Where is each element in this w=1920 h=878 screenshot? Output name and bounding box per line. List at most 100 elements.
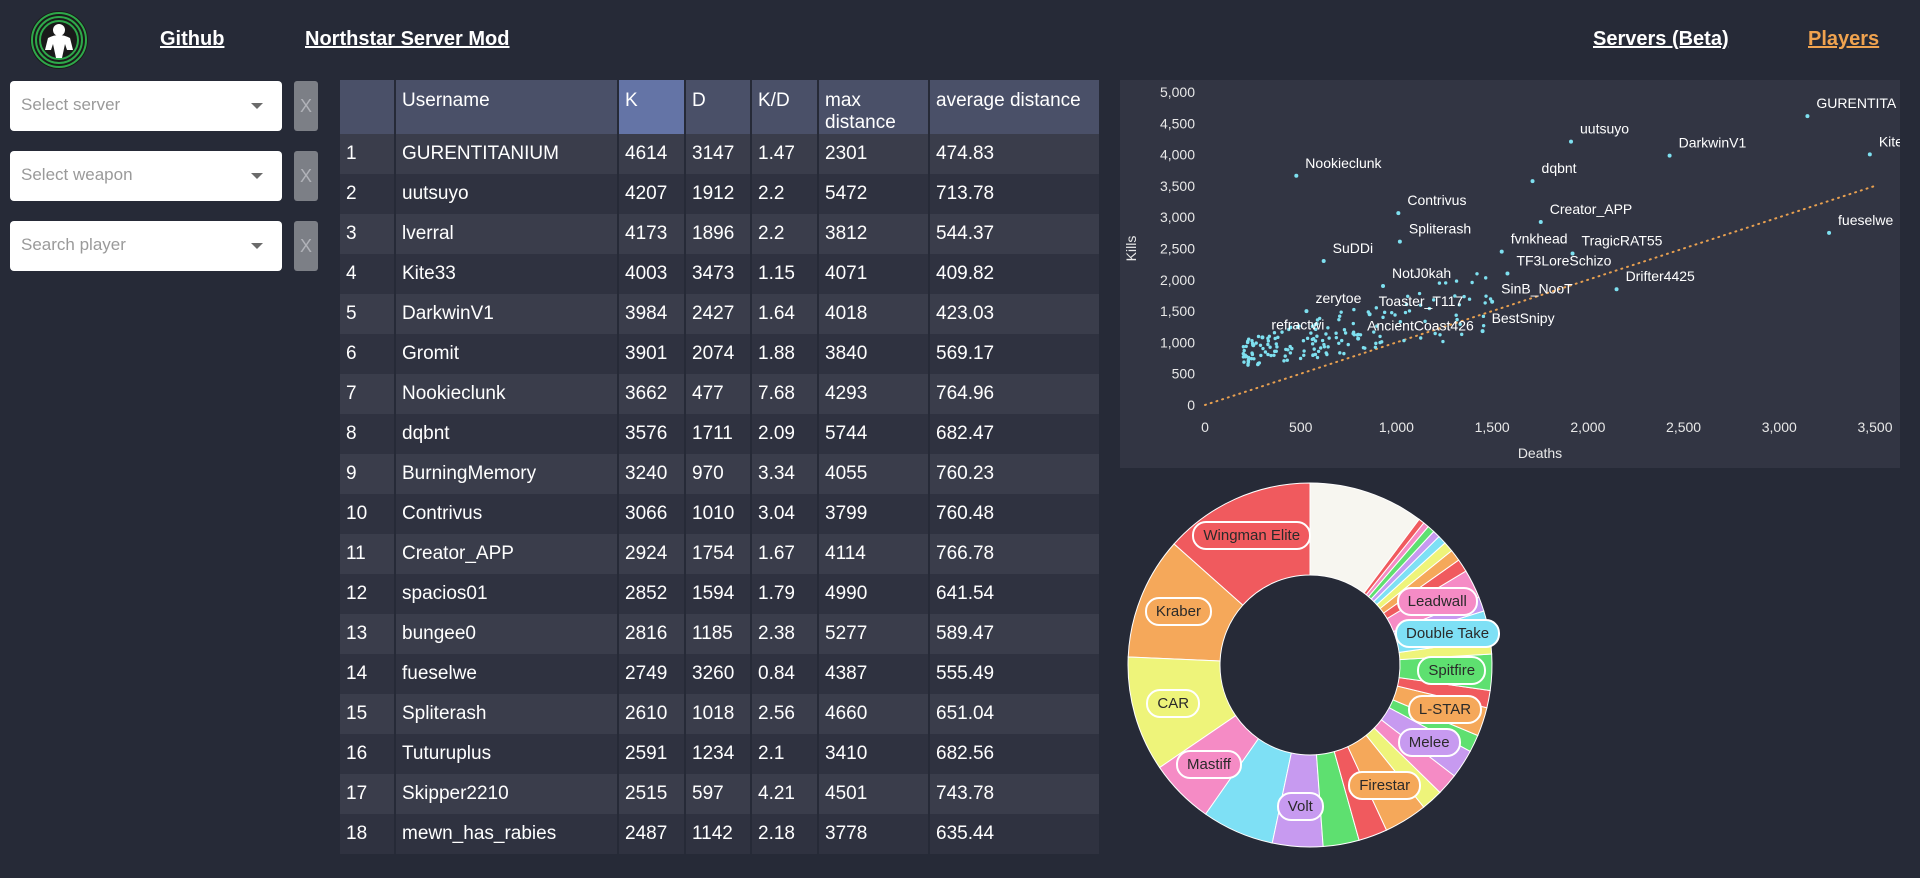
x-tick-label: 1,000	[1379, 419, 1414, 435]
cell-max-distance: 5472	[818, 174, 930, 214]
col-header-kills[interactable]: K	[618, 80, 686, 134]
y-tick-label: 2,000	[1160, 272, 1195, 288]
scatter-point	[1470, 280, 1474, 285]
weapon-label: Volt	[1276, 792, 1324, 822]
scatter-point	[1407, 309, 1412, 313]
cell-average-distance: 682.56	[929, 734, 1101, 774]
table-row[interactable]: 1 GURENTITANIUM 4614 3147 1.47 2301 474.83	[340, 134, 1101, 174]
cell-rank: 18	[340, 814, 396, 854]
cell-deaths: 1018	[685, 694, 752, 734]
table-row[interactable]: 7 Nookieclunk 3662 477 7.68 4293 764.96	[340, 374, 1101, 414]
scatter-point	[1288, 351, 1293, 355]
scatter-point-label: NotJ0kah	[1392, 265, 1451, 281]
cell-deaths: 1711	[685, 414, 752, 454]
cell-rank: 15	[340, 694, 396, 734]
table-row[interactable]: 9 BurningMemory 3240 970 3.34 4055 760.23	[340, 454, 1101, 494]
scatter-point	[1382, 310, 1387, 315]
cell-username[interactable]: uutsuyo	[395, 174, 619, 214]
clear-server-button[interactable]: X	[294, 81, 318, 131]
cell-username[interactable]: GURENTITANIUM	[395, 134, 619, 174]
cell-username[interactable]: spacios01	[395, 574, 619, 614]
chevron-down-icon[interactable]	[251, 243, 263, 249]
cell-average-distance: 423.03	[929, 294, 1101, 334]
cell-username[interactable]: Creator_APP	[395, 534, 619, 574]
weapon-select-placeholder: Select weapon	[21, 165, 133, 184]
cell-kills: 2487	[618, 814, 686, 854]
table-row[interactable]: 15 Spliterash 2610 1018 2.56 4660 651.04	[340, 694, 1101, 734]
northstar-mod-link[interactable]: Northstar Server Mod	[305, 28, 510, 51]
players-link[interactable]: Players	[1808, 28, 1879, 51]
northstar-logo[interactable]	[29, 10, 89, 70]
table-row[interactable]: 11 Creator_APP 2924 1754 1.67 4114 766.78	[340, 534, 1101, 574]
cell-username[interactable]: Nookieclunk	[395, 374, 619, 414]
table-row[interactable]: 5 DarkwinV1 3984 2427 1.64 4018 423.03	[340, 294, 1101, 334]
cell-username[interactable]: bungee0	[395, 614, 619, 654]
cell-kd: 1.79	[751, 574, 819, 614]
cell-max-distance: 5744	[818, 414, 930, 454]
scatter-point-label: dqbnt	[1542, 160, 1577, 176]
col-header-deaths[interactable]: D	[685, 80, 752, 134]
scatter-point-label: Toaster_T117	[1379, 293, 1464, 309]
table-row[interactable]: 10 Contrivus 3066 1010 3.04 3799 760.48	[340, 494, 1101, 534]
cell-username[interactable]: Spliterash	[395, 694, 619, 734]
scatter-point	[1261, 346, 1265, 351]
cell-username[interactable]: lverral	[395, 214, 619, 254]
scatter-point	[1467, 297, 1472, 301]
table-row[interactable]: 17 Skipper2210 2515 597 4.21 4501 743.78	[340, 774, 1101, 814]
servers-beta-link[interactable]: Servers (Beta)	[1593, 28, 1729, 51]
cell-username[interactable]: Contrivus	[395, 494, 619, 534]
scatter-point	[1380, 340, 1384, 344]
scatter-point	[1285, 358, 1289, 362]
top-nav: Github Northstar Server Mod Servers (Bet…	[0, 0, 1920, 80]
weapon-select[interactable]: Select weapon	[10, 151, 282, 201]
clear-player-button[interactable]: X	[294, 221, 318, 271]
clear-weapon-button[interactable]: X	[294, 151, 318, 201]
cell-kills: 2515	[618, 774, 686, 814]
cell-deaths: 1234	[685, 734, 752, 774]
cell-username[interactable]: DarkwinV1	[395, 294, 619, 334]
player-search[interactable]: Search player	[10, 221, 282, 271]
cell-username[interactable]: Gromit	[395, 334, 619, 374]
col-header-max-distance[interactable]: max distance	[818, 80, 930, 134]
chevron-down-icon[interactable]	[251, 173, 263, 179]
table-row[interactable]: 2 uutsuyo 4207 1912 2.2 5472 713.78	[340, 174, 1101, 214]
scatter-point	[1256, 362, 1260, 367]
table-row[interactable]: 13 bungee0 2816 1185 2.38 5277 589.47	[340, 614, 1101, 654]
cell-deaths: 1594	[685, 574, 752, 614]
cell-username[interactable]: dqbnt	[395, 414, 619, 454]
scatter-point-labeled	[1867, 152, 1872, 157]
cell-average-distance: 766.78	[929, 534, 1101, 574]
chevron-down-icon[interactable]	[251, 103, 263, 109]
cell-rank: 2	[340, 174, 396, 214]
cell-username[interactable]: fueselwe	[395, 654, 619, 694]
table-row[interactable]: 18 mewn_has_rabies 2487 1142 2.18 3778 635.44	[340, 814, 1101, 854]
table-row[interactable]: 12 spacios01 2852 1594 1.79 4990 641.54	[340, 574, 1101, 614]
scatter-point	[1361, 346, 1366, 350]
cell-username[interactable]: Tuturuplus	[395, 734, 619, 774]
cell-username[interactable]: mewn_has_rabies	[395, 814, 619, 854]
col-header-username[interactable]: Username	[395, 80, 619, 134]
github-link[interactable]: Github	[160, 28, 224, 51]
scatter-point-labeled	[1321, 259, 1326, 264]
table-row[interactable]: 8 dqbnt 3576 1711 2.09 5744 682.47	[340, 414, 1101, 454]
cell-rank: 10	[340, 494, 396, 534]
cell-username[interactable]: Kite33	[395, 254, 619, 294]
scatter-point	[1338, 351, 1342, 355]
cell-average-distance: 764.96	[929, 374, 1101, 414]
y-tick-label: 5,000	[1160, 84, 1195, 100]
col-header-average-distance[interactable]: average distance	[929, 80, 1101, 134]
table-row[interactable]: 14 fueselwe 2749 3260 0.84 4387 555.49	[340, 654, 1101, 694]
col-header-rank[interactable]	[340, 80, 396, 134]
cell-username[interactable]: BurningMemory	[395, 454, 619, 494]
table-row[interactable]: 4 Kite33 4003 3473 1.15 4071 409.82	[340, 254, 1101, 294]
table-row[interactable]: 3 lverral 4173 1896 2.2 3812 544.37	[340, 214, 1101, 254]
cell-rank: 13	[340, 614, 396, 654]
table-row[interactable]: 16 Tuturuplus 2591 1234 2.1 3410 682.56	[340, 734, 1101, 774]
col-header-kd[interactable]: K/D	[751, 80, 819, 134]
cell-rank: 9	[340, 454, 396, 494]
cell-username[interactable]: Skipper2210	[395, 774, 619, 814]
server-select[interactable]: Select server	[10, 81, 282, 131]
scatter-point	[1305, 336, 1310, 341]
table-row[interactable]: 6 Gromit 3901 2074 1.88 3840 569.17	[340, 334, 1101, 374]
cell-max-distance: 3778	[818, 814, 930, 854]
